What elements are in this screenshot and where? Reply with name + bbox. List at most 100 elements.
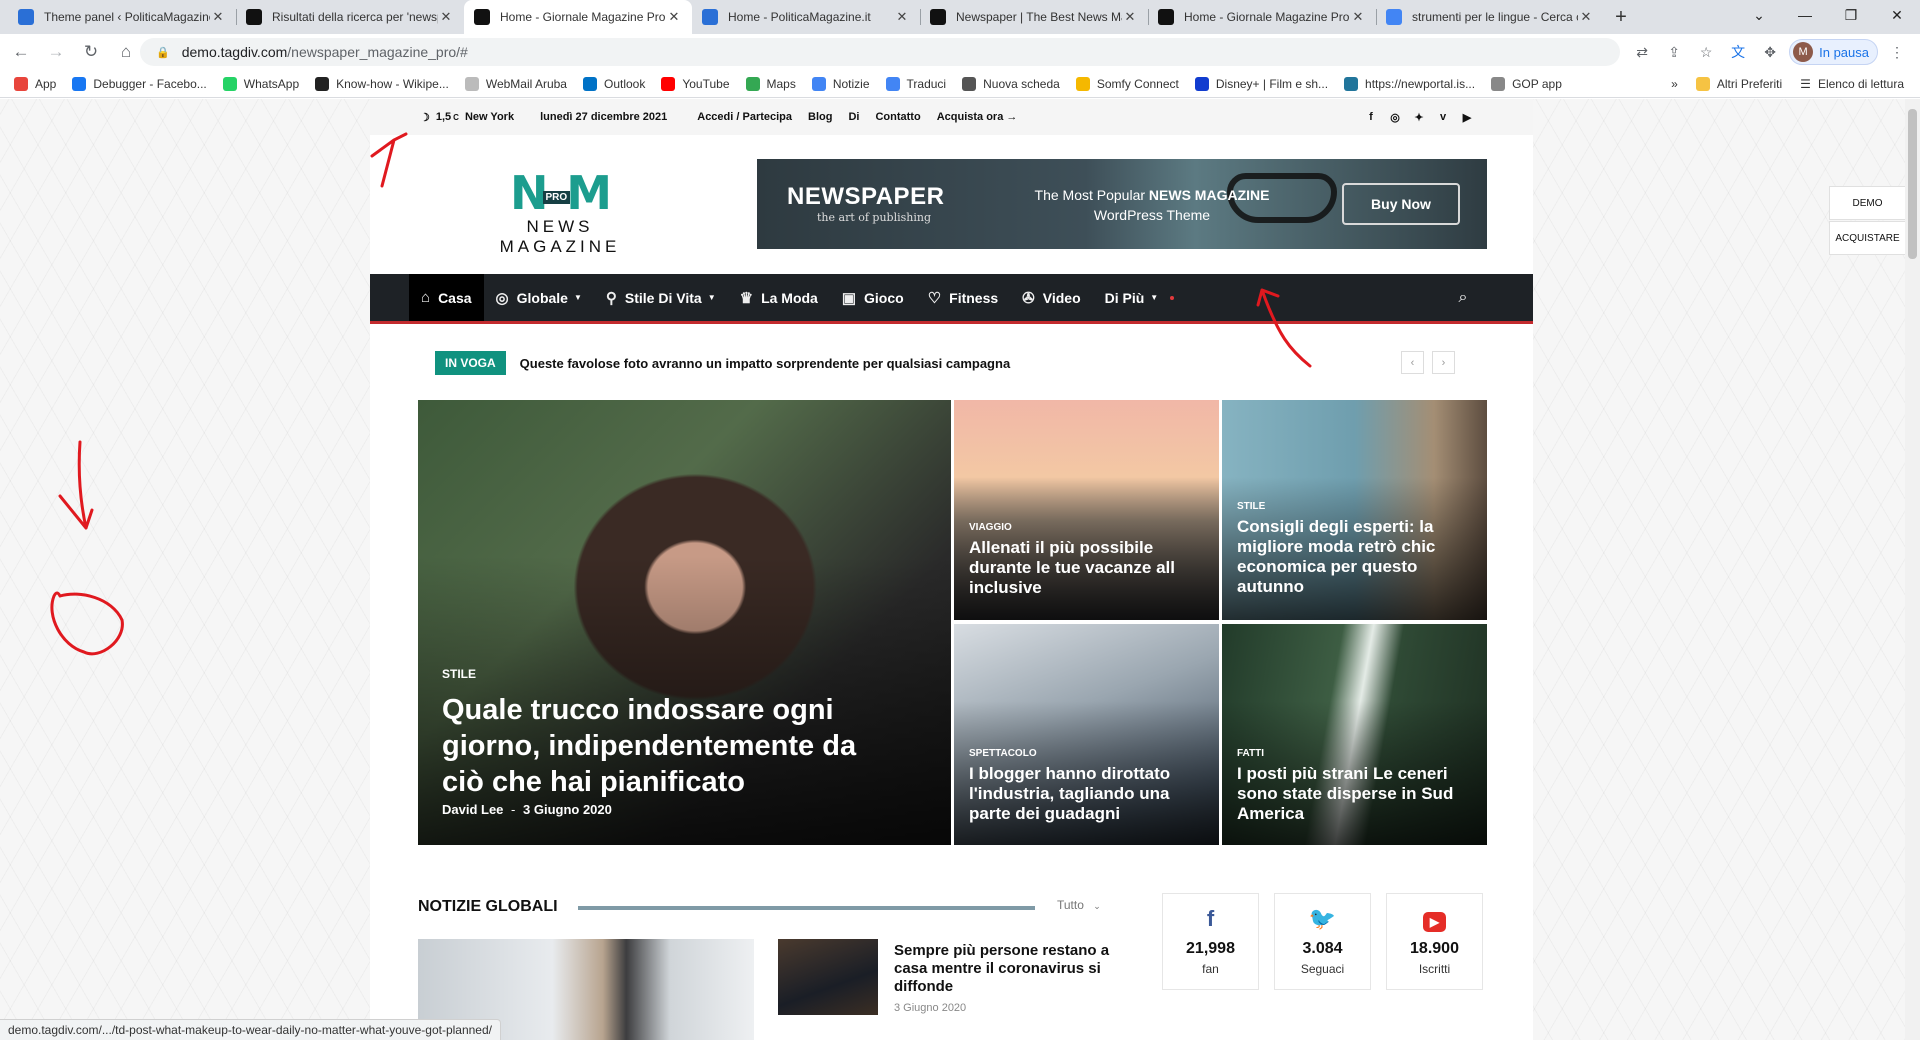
chevron-left-icon[interactable]: ‹ [1401,351,1424,374]
bookmark-item[interactable]: YouTube [661,76,730,91]
menu-item[interactable]: ♡ Fitness [916,274,1010,321]
browser-tab[interactable]: Newspaper | The Best News Ma ✕ [920,0,1148,34]
restore-button[interactable]: ❐ [1828,0,1874,30]
extensions-icon[interactable]: ✥ [1757,39,1783,65]
profile-button[interactable]: M In pausa [1789,39,1878,65]
bookmark-item[interactable]: Outlook [582,76,645,91]
menu-item[interactable]: Di Più ▼ [1093,274,1187,321]
bookmark-item[interactable]: https://newportal.is... [1344,76,1475,91]
article-category[interactable]: FATTI [1237,748,1264,759]
browser-tab[interactable]: Home - Giornale Magazine Pro ✕ [1148,0,1376,34]
top-link-about[interactable]: Di [848,111,859,123]
home-button[interactable]: ⌂ [112,38,140,66]
browser-tab[interactable]: Risultati della ricerca per 'newsp ✕ [236,0,464,34]
article-category[interactable]: VIAGGIO [969,522,1012,533]
article-title[interactable]: Consigli degli esperti: la migliore moda… [1237,517,1477,597]
site-logo[interactable]: N PRO M NEWS MAGAZINE [465,170,655,257]
featured-article[interactable]: STILE Quale trucco indossare ogni giorno… [418,400,951,845]
twitter-icon[interactable]: ✦ [1413,111,1425,124]
reload-button[interactable]: ↻ [77,38,105,66]
menu-item[interactable]: ▣ Gioco [830,274,916,321]
article-title[interactable]: I blogger hanno dirottato l'industria, t… [969,764,1209,824]
browser-tab[interactable]: Home - PoliticaMagazine.it ✕ [692,0,920,34]
social-counter-twitter[interactable]: 🐦 3.084 Seguaci [1274,893,1371,990]
page-scrollbar[interactable] [1905,99,1920,1040]
bookmark-item[interactable]: Somfy Connect [1075,76,1179,91]
vimeo-icon[interactable]: v [1437,111,1449,123]
bookmark-item[interactable]: Nuova scheda [962,76,1060,91]
top-link-login[interactable]: Accedi / Partecipa [697,111,792,123]
close-icon[interactable]: ✕ [1350,9,1366,25]
article-title[interactable]: Quale trucco indossare ogni giorno, indi… [442,692,902,800]
article-category[interactable]: SPETTACOLO [969,748,1037,759]
social-counter-facebook[interactable]: f 21,998 fan [1162,893,1259,990]
address-bar[interactable]: 🔒 demo.tagdiv.com/newspaper_magazine_pro… [140,38,1620,66]
top-link-buy[interactable]: Acquista ora → [937,111,1018,123]
banner-buy-button[interactable]: Buy Now [1342,183,1460,225]
page-viewport[interactable]: ☽ 1,5 C New York lunedì 27 dicembre 2021… [0,99,1905,1040]
bookmark-item[interactable]: Know-how - Wikipe... [315,76,449,91]
article-title[interactable]: I posti più strani Le ceneri sono state … [1237,764,1477,824]
translate-icon[interactable]: ⇄ [1629,39,1655,65]
news-thumbnail[interactable] [778,939,878,1015]
close-icon[interactable]: ✕ [1578,9,1594,25]
article-author[interactable]: David Lee [442,802,503,817]
bookmark-item[interactable]: Debugger - Facebo... [72,76,207,91]
instagram-icon[interactable]: ◎ [1389,111,1401,124]
top-link-blog[interactable]: Blog [808,111,832,123]
grid-article[interactable]: SPETTACOLO I blogger hanno dirottato l'i… [954,624,1219,845]
top-link-contact[interactable]: Contatto [875,111,920,123]
reading-list-button[interactable]: ☰ Elenco di lettura [1800,77,1904,91]
social-counter-youtube[interactable]: ▶ 18.900 Iscritti [1386,893,1483,990]
browser-tab[interactable]: strumenti per le lingue - Cerca c ✕ [1376,0,1604,34]
forward-button[interactable]: → [42,38,70,66]
close-icon[interactable]: ✕ [894,9,910,25]
translate-extension-icon[interactable]: 文 [1725,39,1751,65]
close-icon[interactable]: ✕ [438,9,454,25]
news-title[interactable]: Sempre più persone restano a casa mentre… [894,942,1124,996]
tab-search-icon[interactable]: ⌄ [1736,0,1782,30]
bookmark-item[interactable]: Disney+ | Film e sh... [1194,76,1328,91]
minimize-button[interactable]: — [1782,0,1828,30]
bookmark-item[interactable]: Maps [745,76,796,91]
buy-side-tab[interactable]: ACQUISTARE [1829,221,1905,255]
close-icon[interactable]: ✕ [1122,9,1138,25]
bookmark-item[interactable]: GOP app [1491,76,1562,91]
new-tab-button[interactable]: + [1604,0,1638,34]
demo-side-tab[interactable]: DEMO [1829,186,1905,220]
menu-item[interactable]: ⌂ Casa [409,274,484,321]
scrollbar-thumb[interactable] [1908,109,1917,259]
lock-icon[interactable]: 🔒 [156,46,170,59]
menu-item[interactable]: ◎ Globale ▼ [484,274,594,321]
bookmark-item[interactable]: WebMail Aruba [464,76,567,91]
section-filter-dropdown[interactable]: Tutto ⌄ [1057,898,1101,912]
other-bookmarks-folder[interactable]: Altri Preferiti [1695,77,1782,91]
chevron-right-icon[interactable]: › [1432,351,1455,374]
trending-headline[interactable]: Queste favolose foto avranno un impatto … [520,356,1011,371]
bookmark-item[interactable]: Notizie [811,76,870,91]
facebook-icon[interactable]: f [1365,111,1377,123]
article-category[interactable]: STILE [442,667,476,681]
bookmark-star-icon[interactable]: ☆ [1693,39,1719,65]
article-category[interactable]: STILE [1237,501,1265,512]
grid-article[interactable]: FATTI I posti più strani Le ceneri sono … [1222,624,1487,845]
bookmark-item[interactable]: Traduci [885,76,946,91]
close-icon[interactable]: ✕ [210,9,226,25]
menu-item[interactable]: ♛ La Moda [728,274,830,321]
share-icon[interactable]: ⇪ [1661,39,1687,65]
search-icon[interactable]: ⌕ [1453,288,1473,308]
menu-icon[interactable]: ⋮ [1884,39,1910,65]
browser-tab[interactable]: Home - Giornale Magazine Pro ✕ [464,0,692,34]
bookmark-item[interactable]: WhatsApp [222,76,299,91]
header-ad-banner[interactable]: NEWSPAPER the art of publishing The Most… [757,159,1487,249]
bookmark-item[interactable]: App [14,76,56,91]
grid-article[interactable]: VIAGGIO Allenati il più possibile durant… [954,400,1219,620]
more-bookmarks-button[interactable]: » [1671,77,1678,91]
back-button[interactable]: ← [7,38,35,66]
grid-article[interactable]: STILE Consigli degli esperti: la miglior… [1222,400,1487,620]
close-icon[interactable]: ✕ [666,9,682,25]
menu-item[interactable]: ⚲ Stile Di Vita ▼ [594,274,728,321]
article-title[interactable]: Allenati il più possibile durante le tue… [969,538,1209,598]
menu-item[interactable]: ✇ Video [1010,274,1092,321]
close-window-button[interactable]: ✕ [1874,0,1920,30]
